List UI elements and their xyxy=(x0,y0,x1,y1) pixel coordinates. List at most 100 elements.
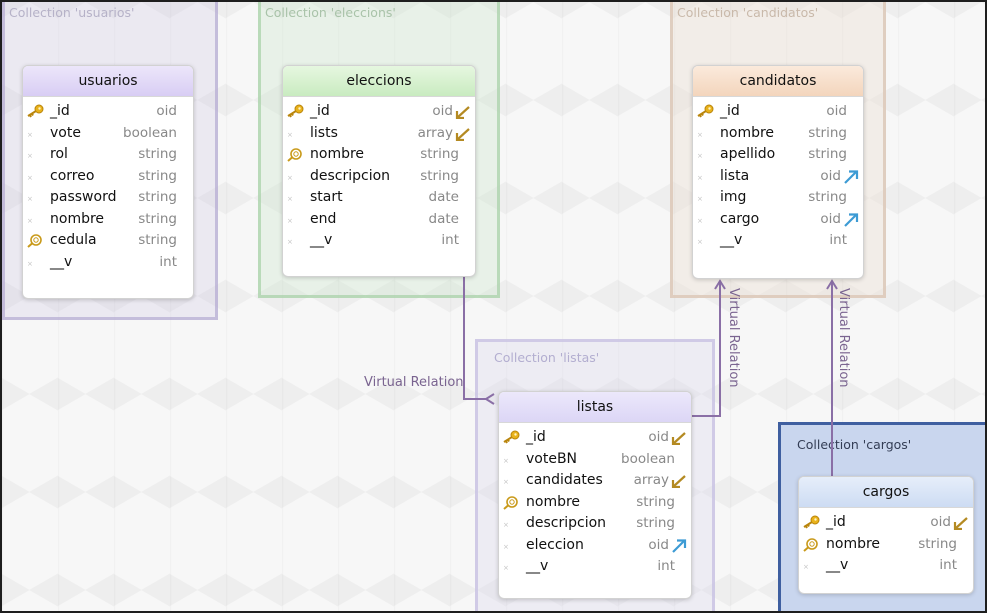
field-name: apellido xyxy=(720,146,776,162)
field-name: end xyxy=(310,210,337,227)
field-type: oid xyxy=(648,536,669,553)
field-row[interactable]: × end date xyxy=(283,209,475,231)
field-row[interactable]: × nombre string xyxy=(23,209,193,231)
field-row[interactable]: _id oid xyxy=(693,101,863,123)
relation-label: Virtual Relation xyxy=(726,288,741,388)
collection-group-label: Collection 'eleccions' xyxy=(265,5,396,20)
field-row[interactable]: × __v int xyxy=(499,556,691,578)
field-marker-icon: × xyxy=(287,216,293,225)
diagram-canvas[interactable]: Collection 'usuarios' Collection 'elecci… xyxy=(0,0,987,613)
field-row[interactable]: nombre string xyxy=(283,144,475,166)
field-marker-icon: × xyxy=(803,563,809,571)
field-row[interactable]: × rol string xyxy=(23,144,193,166)
field-marker-icon: × xyxy=(287,195,293,203)
field-type: int xyxy=(441,232,459,248)
field-name: vote xyxy=(50,124,81,141)
field-row[interactable]: × correo string xyxy=(23,166,193,188)
collection-group-label: Collection 'candidatos' xyxy=(677,5,819,20)
entity-eleccions[interactable]: eleccions _id oid × lists array nombre string ×… xyxy=(282,65,476,277)
field-marker-icon: × xyxy=(697,173,703,182)
field-row[interactable]: × descripcion string xyxy=(499,513,691,535)
field-type: oid xyxy=(930,514,951,530)
field-row[interactable]: × password string xyxy=(23,187,193,209)
field-name: nombre xyxy=(310,146,365,162)
field-marker-icon: × xyxy=(503,564,509,572)
field-type: string xyxy=(138,189,177,205)
field-type: oid xyxy=(432,103,453,119)
field-type: oid xyxy=(826,103,847,119)
field-type: date xyxy=(428,210,459,227)
field-type: int xyxy=(657,558,675,574)
field-marker-icon: × xyxy=(697,216,703,225)
field-list: _id oid nombre string × __v int xyxy=(799,508,973,577)
field-marker-icon: × xyxy=(27,195,33,203)
collection-group-label: Collection 'listas' xyxy=(494,350,600,365)
field-row[interactable]: × descripcion string xyxy=(283,166,475,188)
entity-usuarios[interactable]: usuarios _id oid × vote boolean × rol string × co… xyxy=(22,65,194,299)
field-row[interactable]: × voteBN boolean xyxy=(499,449,691,471)
field-row[interactable]: nombre string xyxy=(499,492,691,514)
field-name: __v xyxy=(310,232,333,248)
field-name: nombre xyxy=(826,535,881,552)
entity-candidatos[interactable]: candidatos _id oid × nombre string × apellido s… xyxy=(692,65,864,279)
field-row[interactable]: _id oid xyxy=(23,101,193,123)
field-type: string xyxy=(420,146,459,162)
field-row[interactable]: × apellido string xyxy=(693,144,863,166)
field-name: rol xyxy=(50,146,68,162)
field-row[interactable]: × eleccion oid xyxy=(499,535,691,557)
entity-cargos[interactable]: cargos _id oid nombre string × __v int xyxy=(798,476,974,594)
field-row[interactable]: nombre string xyxy=(799,534,973,556)
field-row[interactable]: × __v int xyxy=(23,252,193,274)
field-name: nombre xyxy=(720,124,775,141)
field-row[interactable]: × candidates array xyxy=(499,470,691,492)
entity-title: eleccions xyxy=(283,66,475,97)
field-type: oid xyxy=(820,210,841,227)
field-row[interactable]: _id oid xyxy=(499,427,691,449)
field-marker-icon: × xyxy=(503,456,509,465)
field-name: voteBN xyxy=(526,450,578,467)
field-marker-icon: × xyxy=(697,238,703,246)
field-row[interactable]: _id oid xyxy=(799,512,973,534)
field-marker-icon: × xyxy=(697,130,703,139)
field-row[interactable]: × vote boolean xyxy=(23,123,193,145)
field-name: cargo xyxy=(720,210,760,227)
relation-label: Virtual Relation xyxy=(364,375,464,390)
field-name: lists xyxy=(310,124,338,141)
field-row[interactable]: × img string xyxy=(693,187,863,209)
field-marker-icon: × xyxy=(503,521,509,529)
field-name: img xyxy=(720,189,747,205)
field-type: string xyxy=(808,146,847,162)
field-row[interactable]: × start date xyxy=(283,187,475,209)
field-list: _id oid × nombre string × apellido string × lista… xyxy=(693,97,863,252)
field-row[interactable]: × lists array xyxy=(283,123,475,145)
field-marker-icon: × xyxy=(27,259,33,268)
field-type: int xyxy=(829,232,847,248)
field-type: string xyxy=(808,124,847,141)
field-row[interactable]: × __v int xyxy=(799,555,973,577)
field-row[interactable]: × __v int xyxy=(693,230,863,252)
entity-listas[interactable]: listas _id oid × voteBN boolean × candidates ar… xyxy=(498,391,692,599)
field-row[interactable]: × cargo oid xyxy=(693,209,863,231)
field-row[interactable]: × lista oid xyxy=(693,166,863,188)
field-row[interactable]: × nombre string xyxy=(693,123,863,145)
field-row[interactable]: _id oid xyxy=(283,101,475,123)
field-name: __v xyxy=(50,253,73,270)
field-marker-icon: × xyxy=(503,478,509,486)
field-type: oid xyxy=(156,103,177,119)
field-marker-icon: × xyxy=(27,152,33,160)
field-name: _id xyxy=(720,103,740,119)
field-name: cedula xyxy=(50,232,97,248)
field-name: eleccion xyxy=(526,536,584,553)
field-marker-icon: × xyxy=(697,152,703,160)
field-name: descripcion xyxy=(310,167,391,184)
field-row[interactable]: × __v int xyxy=(283,230,475,252)
field-name: nombre xyxy=(526,493,581,510)
field-row[interactable]: cedula string xyxy=(23,230,193,252)
field-type: oid xyxy=(648,429,669,445)
field-marker-icon: × xyxy=(27,173,33,182)
collection-group-label: Collection 'cargos' xyxy=(797,437,912,452)
field-type: string xyxy=(138,232,177,248)
field-marker-icon: × xyxy=(287,130,293,139)
field-list: _id oid × voteBN boolean × candidates array nomb… xyxy=(499,423,691,578)
field-marker-icon: × xyxy=(287,173,293,182)
